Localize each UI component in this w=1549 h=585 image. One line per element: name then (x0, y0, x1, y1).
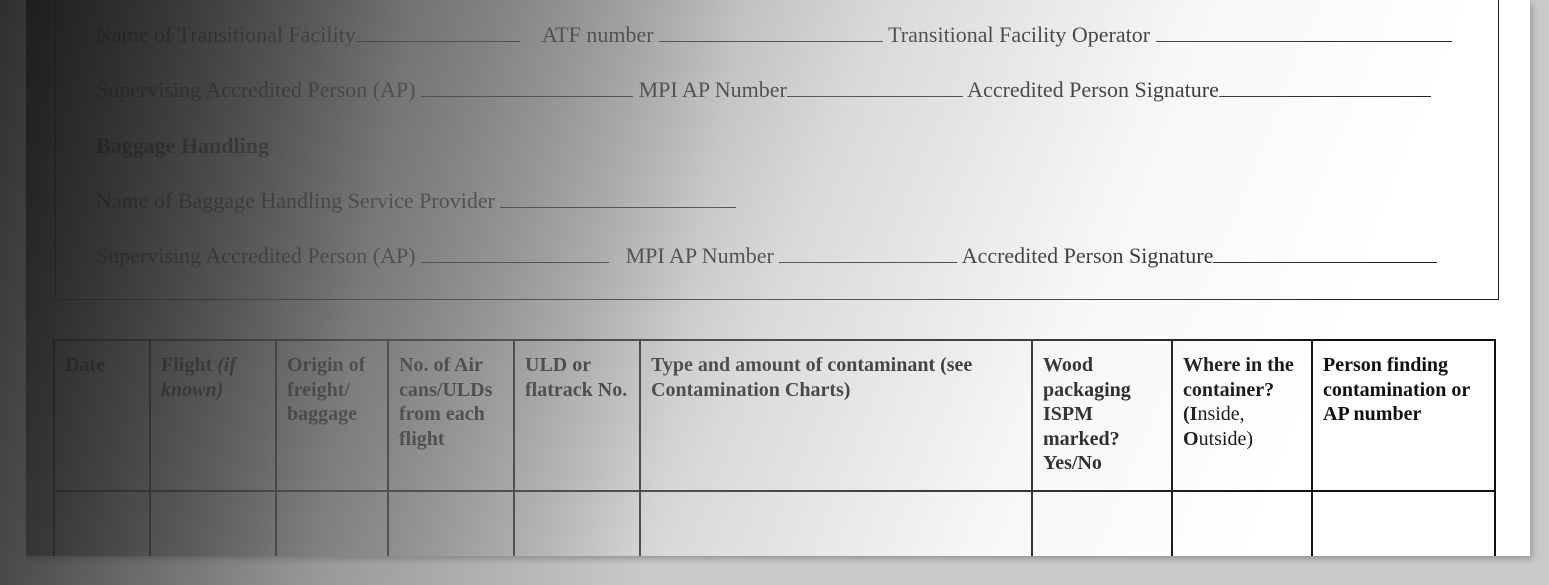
table-cell[interactable] (275, 490, 389, 556)
baggage-supervising-ap-field[interactable] (421, 244, 610, 263)
facility-row: Name of Transitional Facility ATF number… (96, 22, 1452, 48)
baggage-provider-label: Name of Baggage Handling Service Provide… (96, 188, 495, 213)
table-cell[interactable] (513, 490, 641, 556)
document-page: Name of Transitional Facility ATF number… (26, 0, 1530, 556)
table-cell[interactable] (1171, 490, 1313, 556)
table-header-row: Date Flight (if known) Origin of freight… (53, 339, 1496, 492)
table-row (53, 490, 1496, 556)
table-cell[interactable] (639, 490, 1033, 556)
atf-number-field[interactable] (659, 23, 884, 42)
col-person-finding: Person finding contamination or AP numbe… (1311, 339, 1496, 492)
col-contaminant: Type and amount of contaminant (see Cont… (639, 339, 1033, 492)
col-origin: Origin of freight/ baggage (275, 339, 389, 492)
table-cell[interactable] (387, 490, 515, 556)
atf-number-label: ATF number (541, 22, 654, 47)
transitional-ap-row: Supervising Accredited Person (AP) MPI A… (96, 77, 1431, 103)
baggage-provider-field[interactable] (500, 189, 737, 208)
ap-signature-label: Accredited Person Signature (967, 77, 1219, 102)
ap-signature-field[interactable] (1218, 78, 1431, 97)
facility-name-label: Name of Transitional Facility (96, 22, 356, 47)
baggage-mpi-ap-number-field[interactable] (779, 244, 958, 263)
col-wood-packaging: Wood packaging ISPM marked? Yes/No (1031, 339, 1173, 492)
table-cell[interactable] (1031, 490, 1173, 556)
baggage-mpi-ap-number-label: MPI AP Number (625, 243, 774, 268)
col-flight: Flight (if known) (149, 339, 277, 492)
operator-field[interactable] (1155, 23, 1452, 42)
facility-name-field[interactable] (355, 23, 520, 42)
col-location: Where in the container? (Inside, Outside… (1171, 339, 1313, 492)
table-cell[interactable] (149, 490, 277, 556)
col-uld: ULD or flatrack No. (513, 339, 641, 492)
baggage-provider-row: Name of Baggage Handling Service Provide… (96, 188, 737, 214)
contamination-log-table: Date Flight (if known) Origin of freight… (53, 339, 1496, 556)
baggage-supervising-ap-label: Supervising Accredited Person (AP) (96, 243, 416, 268)
mpi-ap-number-label: MPI AP Number (638, 77, 787, 102)
supervising-ap-field[interactable] (421, 78, 634, 97)
supervising-ap-label: Supervising Accredited Person (AP) (96, 77, 416, 102)
baggage-ap-signature-label: Accredited Person Signature (961, 243, 1214, 268)
table-cell[interactable] (1311, 490, 1496, 556)
col-date: Date (53, 339, 151, 492)
baggage-heading: Baggage Handling (96, 133, 269, 158)
mpi-ap-number-field[interactable] (786, 78, 963, 97)
col-air-cans: No. of Air cans/ULDs from each flight (387, 339, 515, 492)
baggage-ap-row: Supervising Accredited Person (AP) MPI A… (96, 243, 1438, 269)
baggage-ap-signature-field[interactable] (1213, 244, 1438, 263)
operator-label: Transitional Facility Operator (888, 22, 1151, 47)
facility-details-box: Name of Transitional Facility ATF number… (55, 0, 1499, 300)
table-cell[interactable] (53, 490, 151, 556)
